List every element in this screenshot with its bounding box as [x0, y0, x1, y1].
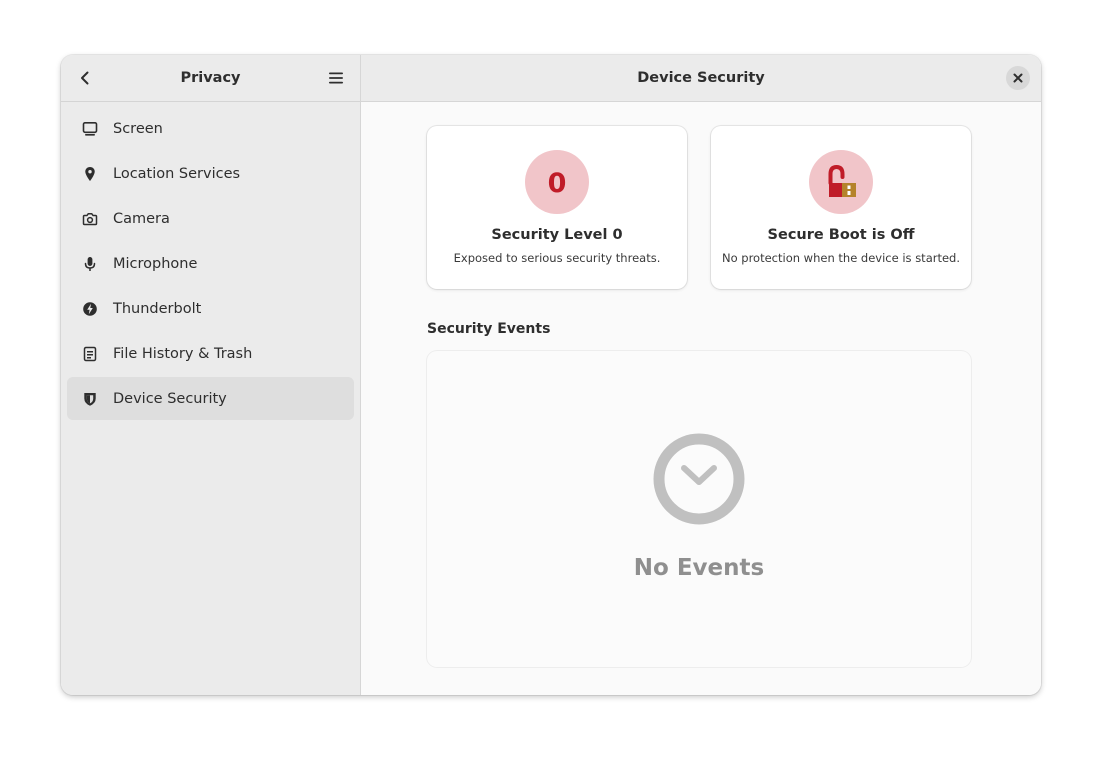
close-icon: [1013, 73, 1023, 83]
sidebar-item-microphone[interactable]: Microphone: [67, 242, 354, 285]
secure-boot-description: No protection when the device is started…: [721, 251, 961, 265]
secure-boot-title: Secure Boot is Off: [767, 227, 915, 243]
sidebar-item-label: Thunderbolt: [113, 300, 202, 317]
main-panel: Device Security 0 Security Level 0 Expos…: [361, 55, 1041, 695]
sidebar-list: Screen Location Services Camera Micropho…: [61, 102, 360, 427]
sidebar-item-label: Camera: [113, 210, 170, 227]
sidebar-item-camera[interactable]: Camera: [67, 197, 354, 240]
sidebar: Privacy Screen Location Services Camera …: [61, 55, 361, 695]
file-history-icon: [81, 345, 99, 363]
content-area: 0 Security Level 0 Exposed to serious se…: [361, 102, 1041, 695]
camera-icon: [81, 210, 99, 228]
thunderbolt-icon: [81, 300, 99, 318]
security-level-icon: 0: [525, 150, 589, 214]
no-events-label: No Events: [633, 555, 765, 581]
sidebar-item-label: Device Security: [113, 390, 227, 407]
shield-icon: [81, 390, 99, 408]
security-level-description: Exposed to serious security threats.: [453, 251, 661, 265]
security-cards: 0 Security Level 0 Exposed to serious se…: [427, 126, 1041, 289]
main-header: Device Security: [361, 55, 1041, 102]
sidebar-item-thunderbolt[interactable]: Thunderbolt: [67, 287, 354, 330]
monitor-icon: [81, 120, 99, 138]
sidebar-item-file-history[interactable]: File History & Trash: [67, 332, 354, 375]
menu-button[interactable]: [324, 66, 348, 90]
sidebar-header: Privacy: [61, 55, 360, 102]
security-events-heading: Security Events: [427, 321, 551, 337]
security-events-list: No Events: [427, 351, 971, 667]
microphone-icon: [81, 255, 99, 273]
svg-text:0: 0: [548, 168, 567, 199]
close-button[interactable]: [1006, 66, 1030, 90]
back-icon: [81, 71, 89, 85]
unlocked-padlock-icon: [809, 150, 873, 214]
sidebar-item-location-services[interactable]: Location Services: [67, 152, 354, 195]
sidebar-item-label: Location Services: [113, 165, 241, 182]
security-level-title: Security Level 0: [491, 227, 623, 243]
back-button[interactable]: [73, 66, 97, 90]
sidebar-item-label: Screen: [113, 120, 163, 137]
secure-boot-card[interactable]: Secure Boot is Off No protection when th…: [711, 126, 971, 289]
sidebar-item-label: File History & Trash: [113, 345, 253, 362]
clock-check-icon: [653, 433, 745, 525]
sidebar-item-screen[interactable]: Screen: [67, 107, 354, 150]
security-level-card[interactable]: 0 Security Level 0 Exposed to serious se…: [427, 126, 687, 289]
sidebar-item-label: Microphone: [113, 255, 198, 272]
sidebar-title: Privacy: [180, 70, 241, 86]
menu-icon: [329, 72, 343, 84]
page-title: Device Security: [637, 70, 765, 86]
location-pin-icon: [81, 165, 99, 183]
sidebar-item-device-security[interactable]: Device Security: [67, 377, 354, 420]
settings-window: Privacy Screen Location Services Camera …: [61, 55, 1041, 695]
